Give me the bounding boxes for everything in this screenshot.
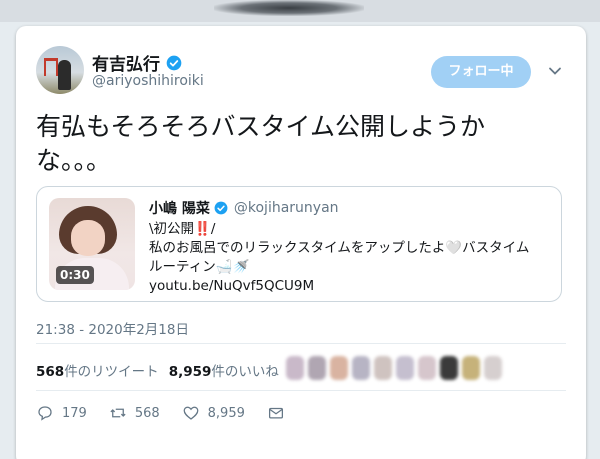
retweet-stat-label: 件のリツイート (64, 364, 159, 380)
heart-icon (183, 406, 199, 420)
follow-button[interactable]: フォロー中 (431, 56, 531, 88)
avatar-person-shape (58, 60, 71, 90)
liker-avatars (286, 356, 502, 380)
video-thumbnail[interactable]: 0:30 (49, 198, 135, 290)
reply-icon (38, 406, 52, 421)
retweet-stat[interactable]: 568件のリツイート (36, 360, 159, 380)
like-count: 8,959 (207, 405, 245, 421)
tweet-card: 有吉弘行 @ariyoshihiroiki フォロー中 有弘もそろそろバスタイム… (16, 26, 586, 459)
action-bar: 179 568 8,959 (36, 404, 307, 422)
retweet-button[interactable]: 568 (109, 404, 160, 422)
envelope-icon (268, 407, 283, 419)
background-image-fragment (214, 0, 364, 16)
quoted-author-row: 小嶋 陽菜 @kojiharunyan (149, 198, 339, 218)
reply-count: 179 (62, 405, 87, 421)
author-handle[interactable]: @ariyoshihiroiki (92, 73, 204, 89)
divider (36, 343, 566, 344)
quoted-author-name[interactable]: 小嶋 陽菜 (149, 198, 210, 218)
thumbnail-face-shape (71, 220, 105, 256)
retweet-stat-count: 568 (36, 364, 65, 380)
video-duration-badge: 0:30 (56, 266, 94, 284)
quoted-link[interactable]: youtu.be/NuQvf5QCU9M (149, 277, 549, 296)
like-button[interactable]: 8,959 (182, 404, 245, 422)
verified-badge-icon (214, 201, 228, 215)
avatar-torii-shape (44, 58, 58, 76)
liker-avatar[interactable] (330, 356, 348, 380)
chevron-down-icon[interactable] (548, 64, 562, 78)
liker-avatar[interactable] (396, 356, 414, 380)
engagement-stats: 568件のリツイート 8,959件のいいね (36, 360, 279, 380)
retweet-count: 568 (134, 405, 160, 421)
retweet-icon (110, 408, 126, 418)
quoted-tweet-text: \初公開‼️/ 私のお風呂でのリラックスタイムをアップしたよ🤍バスタイム ルーテ… (149, 220, 549, 296)
reply-button[interactable]: 179 (36, 404, 87, 422)
quoted-author-handle[interactable]: @kojiharunyan (234, 200, 339, 216)
background-strip (0, 0, 600, 22)
author-display-name[interactable]: 有吉弘行 (92, 50, 160, 75)
liker-avatar[interactable] (352, 356, 370, 380)
like-stat-label: 件のいいね (211, 364, 279, 380)
avatar[interactable] (36, 46, 84, 94)
tweet-timestamp[interactable]: 21:38 - 2020年2月18日 (36, 318, 189, 338)
liker-avatar[interactable] (440, 356, 458, 380)
author-name-row: 有吉弘行 (92, 50, 182, 75)
liker-avatar[interactable] (484, 356, 502, 380)
tweet-text: 有弘もそろそろバスタイム公開しようかな。。。 (36, 112, 486, 175)
quoted-tweet[interactable]: 0:30 小嶋 陽菜 @kojiharunyan \初公開‼️/ 私のお風呂での… (36, 186, 562, 302)
quoted-text-line: ルーティン🛁🚿 (149, 259, 250, 275)
liker-avatar[interactable] (462, 356, 480, 380)
liker-avatar[interactable] (418, 356, 436, 380)
liker-avatar[interactable] (374, 356, 392, 380)
liker-avatar[interactable] (308, 356, 326, 380)
like-stat-count: 8,959 (168, 364, 212, 380)
quoted-text-line: \初公開‼️/ (149, 221, 216, 237)
quoted-text-line: 私のお風呂でのリラックスタイムをアップしたよ🤍バスタイム (149, 240, 530, 256)
liker-avatar[interactable] (286, 356, 304, 380)
like-stat[interactable]: 8,959件のいいね (169, 360, 279, 380)
direct-message-button[interactable] (267, 404, 285, 422)
divider (36, 390, 566, 391)
verified-badge-icon (166, 55, 182, 70)
